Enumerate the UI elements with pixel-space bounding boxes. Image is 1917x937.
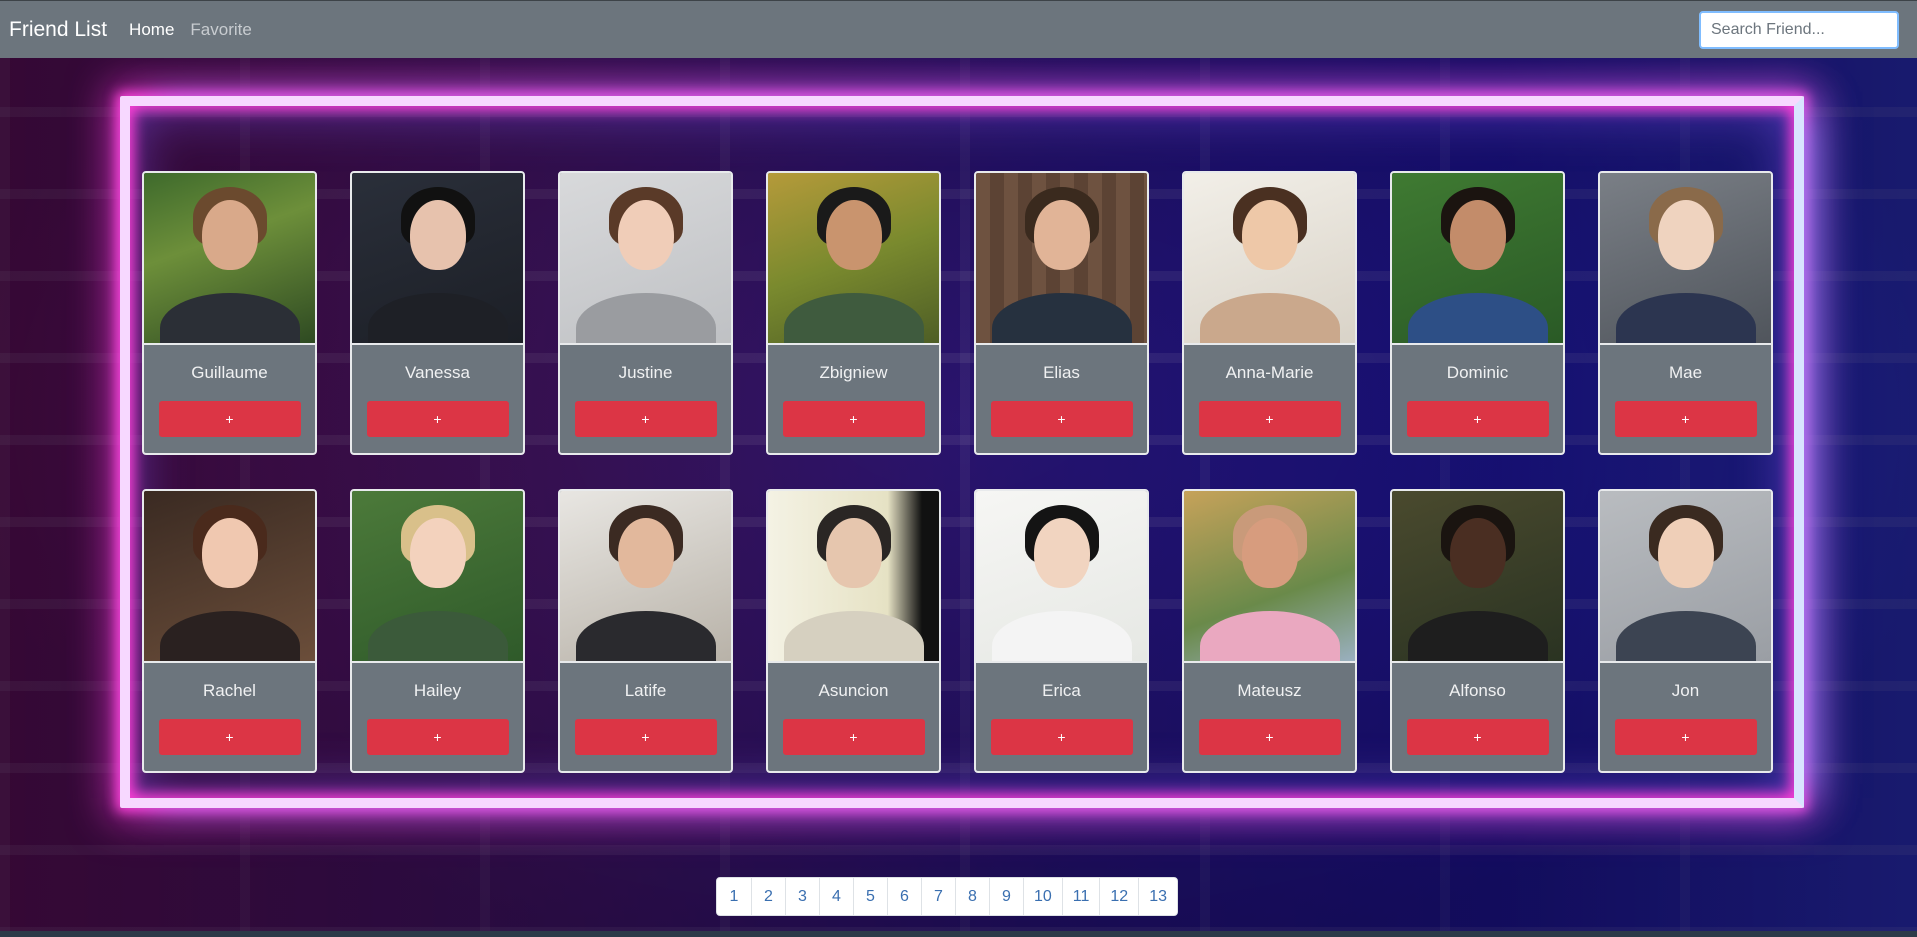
friend-name: Vanessa bbox=[405, 363, 470, 382]
friend-photo bbox=[352, 491, 523, 663]
page-link-8[interactable]: 8 bbox=[955, 878, 989, 915]
page-link-10[interactable]: 10 bbox=[1023, 878, 1062, 915]
add-friend-button[interactable]: + bbox=[1614, 401, 1757, 437]
page-link-6[interactable]: 6 bbox=[887, 878, 921, 915]
add-friend-button[interactable]: + bbox=[782, 719, 925, 755]
friend-card: Zbigniew + bbox=[766, 171, 941, 455]
add-friend-button[interactable]: + bbox=[1406, 719, 1549, 755]
friend-photo bbox=[144, 491, 315, 663]
friend-name: Latife bbox=[624, 681, 667, 700]
add-friend-button[interactable]: + bbox=[158, 401, 301, 437]
add-friend-button[interactable]: + bbox=[366, 719, 509, 755]
friend-card: Justine + bbox=[558, 171, 733, 455]
friend-photo bbox=[560, 491, 731, 663]
navbar: Friend List Home Favorite bbox=[0, 0, 1917, 58]
friend-card: Dominic + bbox=[1390, 171, 1565, 455]
friend-photo bbox=[1600, 491, 1771, 663]
add-friend-button[interactable]: + bbox=[1406, 401, 1549, 437]
friend-photo bbox=[976, 173, 1147, 345]
friend-photo bbox=[1392, 491, 1563, 663]
friend-name: Anna-Marie bbox=[1225, 363, 1314, 382]
search-container bbox=[1699, 10, 1899, 49]
friend-name: Rachel bbox=[203, 681, 256, 700]
add-friend-button[interactable]: + bbox=[366, 401, 509, 437]
friend-photo bbox=[560, 173, 731, 345]
page-link-13[interactable]: 13 bbox=[1138, 878, 1177, 915]
friend-photo bbox=[976, 491, 1147, 663]
page-link-4[interactable]: 4 bbox=[819, 878, 853, 915]
add-friend-button[interactable]: + bbox=[990, 401, 1133, 437]
friend-name: Dominic bbox=[1446, 363, 1509, 382]
friend-card: Alfonso + bbox=[1390, 489, 1565, 773]
friend-name: Alfonso bbox=[1449, 681, 1506, 700]
friend-name: Guillaume bbox=[191, 363, 268, 382]
page-link-7[interactable]: 7 bbox=[921, 878, 955, 915]
friend-name: Mae bbox=[1668, 363, 1703, 382]
friend-name: Justine bbox=[618, 363, 673, 382]
add-friend-button[interactable]: + bbox=[574, 401, 717, 437]
add-friend-button[interactable]: + bbox=[158, 719, 301, 755]
page-link-2[interactable]: 2 bbox=[751, 878, 785, 915]
page-link-11[interactable]: 11 bbox=[1061, 878, 1100, 915]
page-link-5[interactable]: 5 bbox=[853, 878, 887, 915]
add-friend-button[interactable]: + bbox=[1198, 719, 1341, 755]
friend-card: Mae + bbox=[1598, 171, 1773, 455]
page-link-9[interactable]: 9 bbox=[989, 878, 1023, 915]
friend-photo bbox=[144, 173, 315, 345]
page-link-1[interactable]: 1 bbox=[717, 878, 751, 915]
friend-grid: Guillaume + Vanessa + Justine + Zbigniew… bbox=[142, 171, 1773, 773]
friend-photo bbox=[352, 173, 523, 345]
add-friend-button[interactable]: + bbox=[990, 719, 1133, 755]
page-link-3[interactable]: 3 bbox=[785, 878, 819, 915]
friend-name: Jon bbox=[1671, 681, 1700, 700]
friend-card: Erica + bbox=[974, 489, 1149, 773]
search-input[interactable] bbox=[1699, 10, 1899, 49]
friend-name: Mateusz bbox=[1237, 681, 1302, 700]
friend-card: Guillaume + bbox=[142, 171, 317, 455]
friend-card: Anna-Marie + bbox=[1182, 171, 1357, 455]
friend-photo bbox=[768, 173, 939, 345]
nav-link-home[interactable]: Home bbox=[129, 20, 174, 40]
pagination: 1 2 3 4 5 6 7 8 9 10 11 12 13 bbox=[716, 877, 1178, 916]
add-friend-button[interactable]: + bbox=[1614, 719, 1757, 755]
friend-name: Elias bbox=[1043, 363, 1080, 382]
friend-card: Elias + bbox=[974, 171, 1149, 455]
brand-link[interactable]: Friend List bbox=[9, 18, 107, 42]
friend-photo bbox=[1184, 173, 1355, 345]
nav-link-favorite[interactable]: Favorite bbox=[190, 20, 251, 40]
bottom-edge bbox=[0, 931, 1917, 937]
friend-name: Hailey bbox=[413, 681, 462, 700]
friend-name: Erica bbox=[1042, 681, 1081, 700]
friend-card: Mateusz + bbox=[1182, 489, 1357, 773]
friend-card: Jon + bbox=[1598, 489, 1773, 773]
friend-photo bbox=[1184, 491, 1355, 663]
add-friend-button[interactable]: + bbox=[574, 719, 717, 755]
friend-card: Latife + bbox=[558, 489, 733, 773]
page-link-12[interactable]: 12 bbox=[1099, 878, 1139, 915]
friend-name: Asuncion bbox=[818, 681, 889, 700]
friend-card: Rachel + bbox=[142, 489, 317, 773]
friend-photo bbox=[1600, 173, 1771, 345]
friend-card: Asuncion + bbox=[766, 489, 941, 773]
add-friend-button[interactable]: + bbox=[782, 401, 925, 437]
friend-photo bbox=[768, 491, 939, 663]
friend-name: Zbigniew bbox=[819, 363, 888, 382]
add-friend-button[interactable]: + bbox=[1198, 401, 1341, 437]
friend-card: Vanessa + bbox=[350, 171, 525, 455]
friend-photo bbox=[1392, 173, 1563, 345]
friend-card: Hailey + bbox=[350, 489, 525, 773]
